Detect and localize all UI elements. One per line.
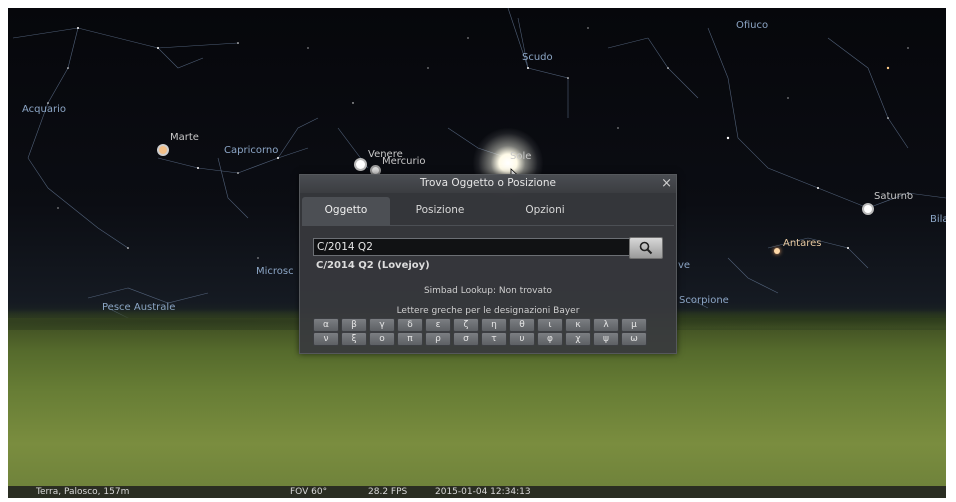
status-bar: Terra, Palosco, 157m FOV 60° 28.2 FPS 20… [8,486,946,498]
greek-key-theta[interactable]: θ [509,318,535,332]
venus-icon[interactable] [356,160,365,169]
greek-keys-row-2: ν ξ ο π ρ σ τ υ φ χ ψ ω [313,332,663,346]
greek-key-nu[interactable]: ν [313,332,339,346]
find-object-dialog: Trova Oggetto o Posizione × Oggetto Posi… [299,174,677,354]
greek-key-omega[interactable]: ω [621,332,647,346]
simbad-status: Simbad Lookup: Non trovato [423,286,553,296]
greek-key-delta[interactable]: δ [397,318,423,332]
greek-key-phi[interactable]: φ [537,332,563,346]
label-antares: Antares [783,238,822,249]
greek-key-kappa[interactable]: κ [565,318,591,332]
greek-letters-caption: Lettere greche per le designazioni Bayer [396,306,580,316]
label-marte: Marte [170,132,199,143]
status-location: Terra, Palosco, 157m [36,487,130,497]
greek-key-mu[interactable]: μ [621,318,647,332]
tab-opzioni[interactable]: Opzioni [500,197,590,225]
greek-key-zeta[interactable]: ζ [453,318,479,332]
tab-oggetto[interactable]: Oggetto [302,197,390,225]
status-datetime: 2015-01-04 12:34:13 [435,487,531,497]
greek-key-beta[interactable]: β [341,318,367,332]
tab-posizione[interactable]: Posizione [395,197,485,225]
label-saturno: Saturno [874,191,914,202]
greek-key-gamma[interactable]: γ [369,318,395,332]
greek-key-psi[interactable]: ψ [593,332,619,346]
search-input[interactable] [313,238,633,256]
greek-key-tau[interactable]: τ [481,332,507,346]
mars-icon[interactable] [159,146,167,154]
greek-key-alpha[interactable]: α [313,318,339,332]
label-ve: ve [678,260,691,271]
greek-key-xi[interactable]: ξ [341,332,367,346]
status-fps: 28.2 FPS [368,487,408,497]
dialog-title-bar[interactable]: Trova Oggetto o Posizione × [300,175,676,193]
saturn-icon[interactable] [864,205,872,213]
greek-key-epsilon[interactable]: ε [425,318,451,332]
greek-key-iota[interactable]: ι [537,318,563,332]
label-capricorno: Capricorno [224,145,279,156]
greek-key-upsilon[interactable]: υ [509,332,535,346]
completion-suggestion[interactable]: C/2014 Q2 (Lovejoy) [316,260,430,271]
antares-star[interactable] [774,248,780,254]
label-sole: Sole [510,151,532,162]
dialog-title: Trova Oggetto o Posizione [420,177,556,189]
greek-key-rho[interactable]: ρ [425,332,451,346]
greek-key-sigma[interactable]: σ [453,332,479,346]
label-acquario: Acquario [22,104,66,115]
tab-divider [302,225,674,226]
label-scudo: Scudo [522,52,553,63]
label-bilancia: Bila [930,214,946,225]
greek-key-chi[interactable]: χ [565,332,591,346]
search-icon [639,241,653,255]
label-mercurio: Mercurio [382,156,426,167]
greek-key-omicron[interactable]: ο [369,332,395,346]
greek-key-pi[interactable]: π [397,332,423,346]
label-ofiuco: Ofiuco [736,20,769,31]
greek-key-lambda[interactable]: λ [593,318,619,332]
label-microscopio: Microsc [256,266,294,277]
status-fov: FOV 60° [290,487,328,497]
greek-keys-row-1: α β γ δ ε ζ η θ ι κ λ μ [313,318,663,332]
label-scorpione: Scorpione [679,295,729,306]
close-icon[interactable]: × [661,176,672,191]
mercury-icon[interactable] [372,167,379,174]
greek-key-eta[interactable]: η [481,318,507,332]
search-button[interactable] [629,237,663,259]
